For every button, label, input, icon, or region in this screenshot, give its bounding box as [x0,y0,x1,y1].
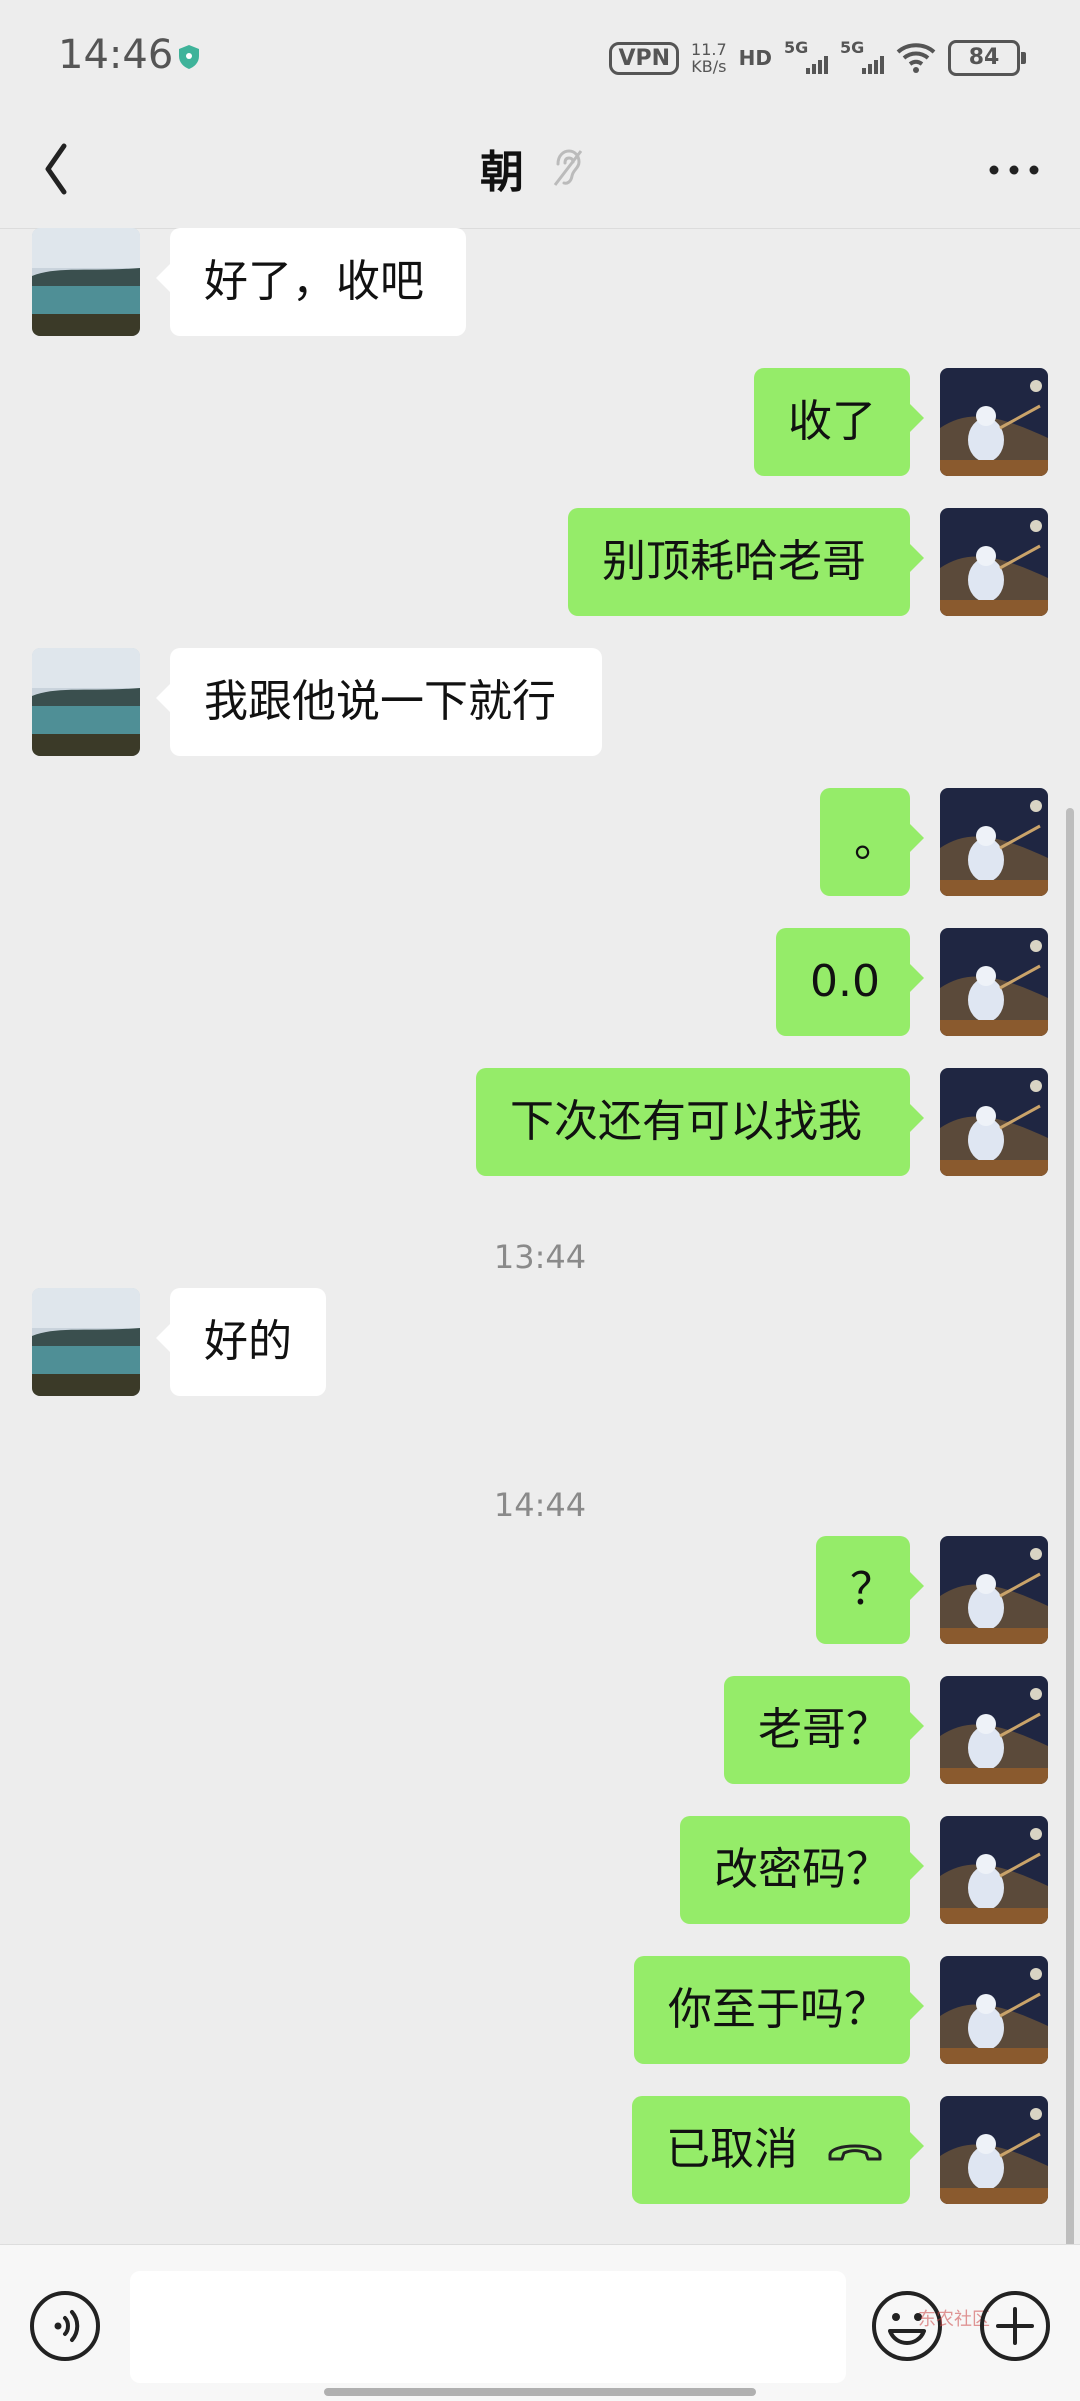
input-bar: 东农社区 [0,2244,1080,2401]
wifi-icon [896,43,936,73]
message-bubble[interactable]: 老哥？ [724,1676,924,1784]
sent-message: 改密码？ [0,1816,1080,1924]
avatar[interactable] [940,1816,1048,1924]
avatar[interactable] [32,228,140,336]
timestamp: 14:44 [493,1486,587,1524]
message-bubble[interactable]: 好了，收吧 [156,228,466,336]
message-text: 收了 [788,396,876,447]
avatar[interactable] [32,648,140,756]
scrollbar[interactable] [1066,808,1074,2256]
back-icon[interactable] [34,134,94,204]
message-bubble[interactable]: 。 [820,788,924,896]
message-bubble[interactable]: 你至于吗？ [634,1956,924,2064]
message-text: 改密码？ [714,1844,890,1895]
vpn-badge: VPN [609,41,680,75]
received-message: 我跟他说一下就行 [0,648,1080,756]
avatar[interactable] [32,1288,140,1396]
chat-area[interactable]: 好了，收吧收了别顶耗哈老哥我跟他说一下就行。 0.0 下次还有可以找我 13:44 好的… [0,228,1080,2244]
message-bubble[interactable]: 下次还有可以找我 [476,1068,924,1176]
message-bubble[interactable]: 改密码？ [680,1816,924,1924]
sent-message: 0.0 [0,928,1080,1036]
sent-message: 。 [0,788,1080,896]
sent-message: 已取消 [0,2096,1080,2204]
ear-icon [553,149,583,186]
hd-icon: HD [738,46,772,70]
message-bubble[interactable]: 我跟他说一下就行 [156,648,602,756]
avatar[interactable] [940,1068,1048,1176]
avatar[interactable] [940,1956,1048,2064]
message-bubble[interactable]: 0.0 [776,928,924,1036]
sent-message: 老哥？ [0,1676,1080,1784]
sent-message: 别顶耗哈老哥 [0,508,1080,616]
avatar[interactable] [940,2096,1048,2204]
avatar[interactable] [940,788,1048,896]
avatar[interactable] [940,928,1048,1036]
battery-icon: 84 [948,40,1026,76]
message-text: 下次还有可以找我 [510,1096,862,1147]
message-bubble[interactable]: 好的 [156,1288,326,1396]
avatar[interactable] [940,508,1048,616]
timestamp: 13:44 [493,1238,587,1276]
sent-message: ？ [0,1536,1080,1644]
message-text: 你至于吗？ [668,1984,888,2035]
signal-icon-2: 5G [840,38,884,78]
message-bubble[interactable]: ？ [816,1536,924,1644]
message-text: 好的 [204,1316,292,1367]
received-message: 好了，收吧 [0,228,1080,336]
title-wrap: 朝 [480,136,584,200]
status-time: 14:46 [58,32,174,78]
shield-icon [179,45,199,69]
hangup-icon [828,2144,882,2161]
avatar[interactable] [940,1676,1048,1784]
sent-message: 你至于吗？ [0,1956,1080,2064]
sent-message: 下次还有可以找我 [0,1068,1080,1176]
plus-icon[interactable] [978,2289,1052,2363]
home-indicator[interactable] [324,2388,756,2396]
avatar[interactable] [940,368,1048,476]
message-input[interactable] [130,2271,846,2383]
message-text: ？ [850,1564,894,1615]
sent-message: 收了 [0,368,1080,476]
chat-header: 朝 [0,110,1080,229]
message-text: 已取消 [666,2124,798,2175]
signal-icon: 5G [784,38,828,78]
message-text: 0.0 [810,956,880,1007]
received-message: 好的 [0,1288,1080,1396]
network-speed: 11.7 KB/s [691,40,727,76]
message-text: 好了，收吧 [204,256,424,307]
message-text: 老哥？ [758,1704,890,1755]
status-icons: VPN 11.7 KB/s HD 5G 5G 84 [609,36,1026,80]
chat-title[interactable]: 朝 [480,136,524,200]
message-text: 别顶耗哈老哥 [602,536,866,587]
message-bubble[interactable]: 别顶耗哈老哥 [568,508,924,616]
voice-icon[interactable] [28,2289,102,2363]
avatar[interactable] [940,1536,1048,1644]
message-bubble[interactable]: 收了 [754,368,924,476]
message-text: 。 [854,816,898,867]
message-bubble[interactable]: 已取消 [632,2096,924,2204]
message-text: 我跟他说一下就行 [204,676,556,727]
status-bar: 14:46 VPN 11.7 KB/s HD 5G 5G 84 [0,0,1080,110]
more-icon[interactable] [984,150,1044,190]
